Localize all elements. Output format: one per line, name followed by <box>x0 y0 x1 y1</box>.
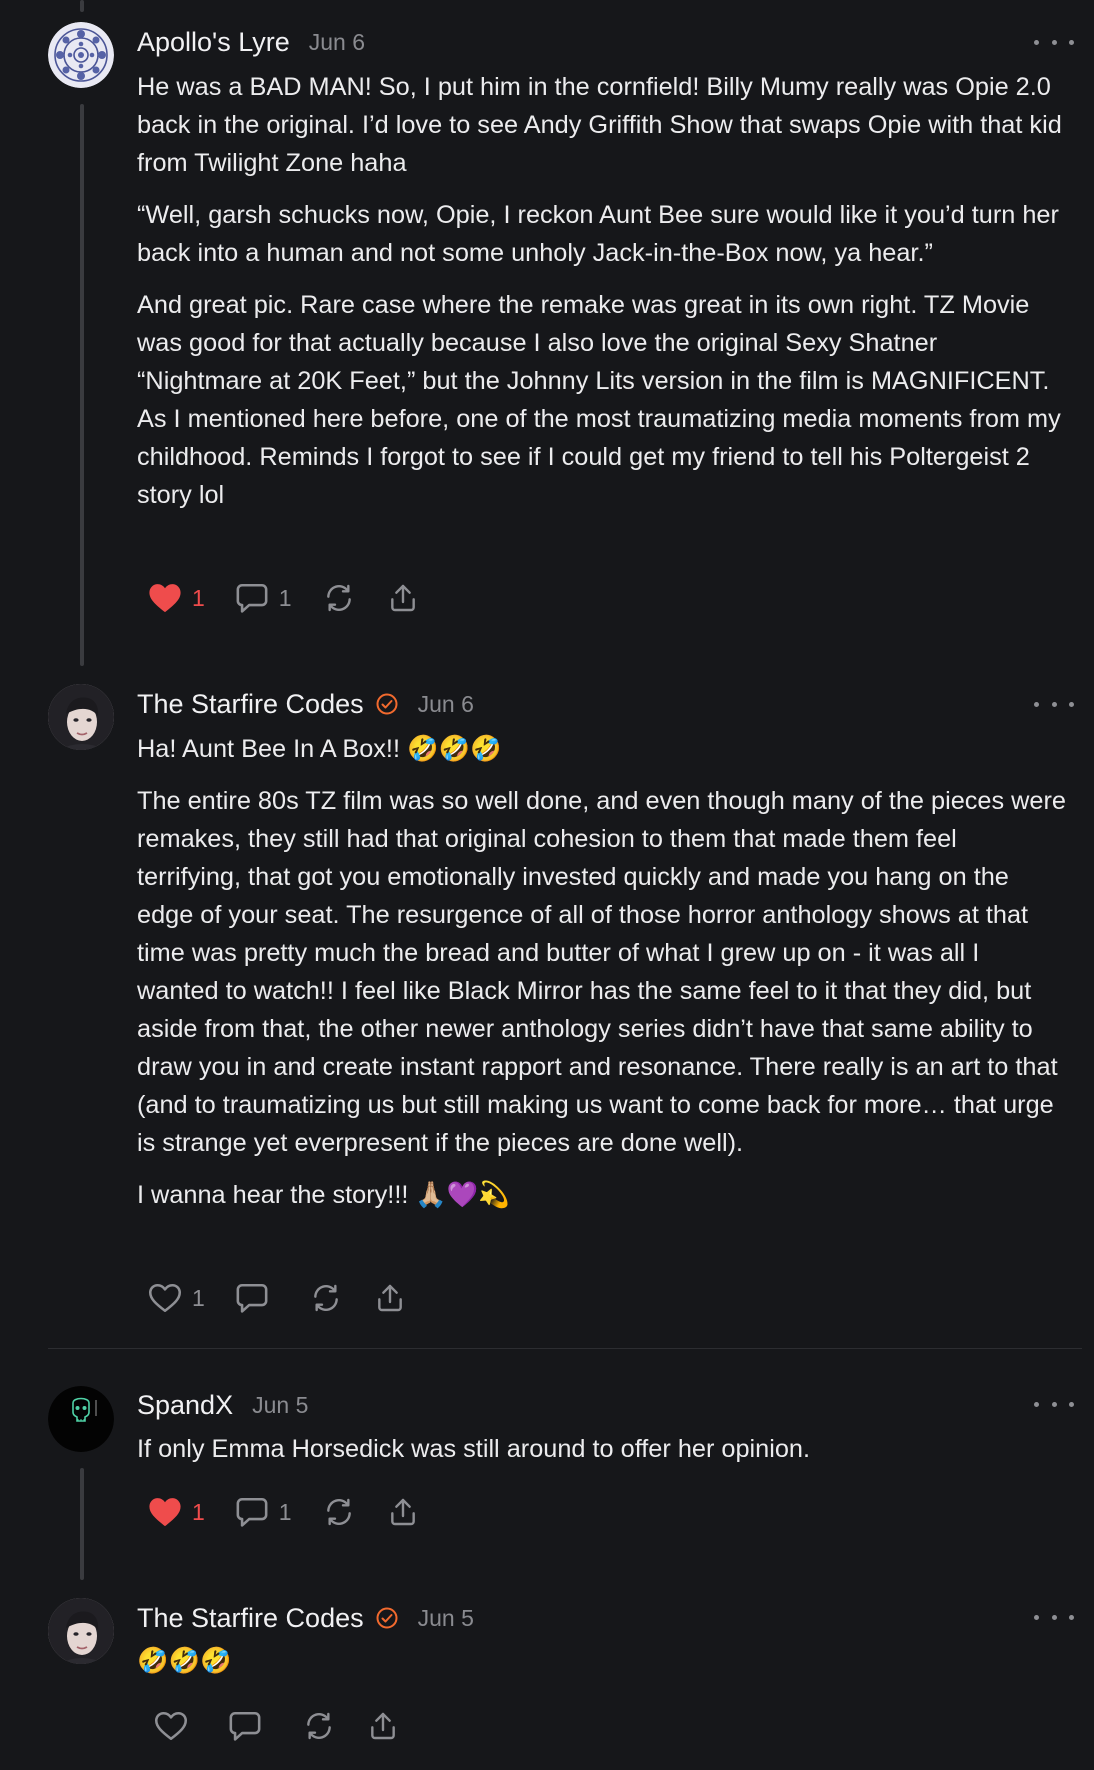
restack-icon <box>313 1284 338 1312</box>
reply-button[interactable]: 1 <box>235 578 292 618</box>
heart-outline-icon <box>154 1711 188 1741</box>
thread-line <box>80 1468 84 1580</box>
more-options-icon[interactable] <box>1034 1605 1074 1629</box>
comment-body: He was a BAD MAN! So, I put him in the c… <box>137 68 1067 528</box>
author-name[interactable]: The Starfire Codes <box>137 689 364 720</box>
share-button[interactable] <box>386 578 420 618</box>
thread-line <box>80 104 84 666</box>
comment-actions: 1 <box>148 1278 437 1318</box>
comment-bubble-icon <box>229 1711 261 1741</box>
comment-header: Apollo's Lyre Jun 6 <box>137 24 365 60</box>
comment-date[interactable]: Jun 6 <box>309 29 365 56</box>
comment-bubble-icon <box>236 583 268 613</box>
comment-actions: 1 1 <box>148 578 450 618</box>
like-button[interactable]: 1 <box>148 1492 205 1532</box>
more-options-icon[interactable] <box>1034 692 1074 716</box>
share-button[interactable] <box>366 1706 400 1746</box>
comment-bubble-icon <box>236 1497 268 1527</box>
like-count: 1 <box>192 1498 205 1525</box>
comment-paragraph: 🤣🤣🤣 <box>137 1646 232 1675</box>
like-button[interactable] <box>154 1706 198 1746</box>
divider <box>48 1348 1082 1349</box>
comment-body: 🤣🤣🤣 <box>137 1642 1067 1694</box>
restack-button[interactable] <box>302 1706 336 1746</box>
avatar-mandala-image <box>48 22 114 88</box>
restack-button[interactable] <box>322 578 356 618</box>
avatar-portrait-image <box>48 684 114 750</box>
comment-paragraph: Ha! Aunt Bee In A Box!! 🤣🤣🤣 <box>137 735 502 763</box>
comment-header: The Starfire Codes Jun 6 <box>137 686 474 722</box>
avatar-portrait-image <box>48 1598 114 1664</box>
like-button[interactable]: 1 <box>148 1278 205 1318</box>
avatar[interactable] <box>48 22 114 88</box>
share-icon <box>377 1284 402 1312</box>
avatar[interactable] <box>48 1386 114 1452</box>
comment-date[interactable]: Jun 5 <box>418 1605 474 1632</box>
heart-filled-icon <box>149 1498 181 1527</box>
share-button[interactable] <box>386 1492 420 1532</box>
comment-actions <box>148 1706 430 1746</box>
heart-outline-icon <box>148 1283 182 1313</box>
comment-paragraph: I wanna hear the story!!! 🙏🏼💜💫 <box>137 1181 510 1209</box>
comment-paragraph: And great pic. Rare case where the remak… <box>137 291 1061 509</box>
avatar[interactable] <box>48 684 114 750</box>
author-name[interactable]: SpandX <box>137 1390 233 1421</box>
comment-date[interactable]: Jun 5 <box>252 1392 308 1419</box>
restack-icon <box>307 1712 331 1740</box>
reply-count: 1 <box>278 584 292 611</box>
reply-button[interactable]: 1 <box>235 1492 292 1532</box>
avatar-skull-image <box>48 1386 114 1452</box>
reply-button[interactable] <box>235 1278 279 1318</box>
comment-paragraph: The entire 80s TZ film was so well done,… <box>137 787 1066 1157</box>
avatar[interactable] <box>48 1598 114 1664</box>
like-count: 1 <box>192 1284 205 1311</box>
author-name[interactable]: Apollo's Lyre <box>137 27 290 58</box>
like-button[interactable]: 1 <box>148 578 205 618</box>
comment-body: Ha! Aunt Bee In A Box!! 🤣🤣🤣 The entire 8… <box>137 730 1067 1228</box>
thread-line <box>80 0 84 12</box>
verified-badge-icon <box>376 693 398 715</box>
share-button[interactable] <box>373 1278 407 1318</box>
reply-count: 1 <box>278 1498 292 1525</box>
comment-header: SpandX Jun 5 <box>137 1387 308 1423</box>
more-options-icon[interactable] <box>1034 30 1074 54</box>
comment-body: If only Emma Horsedick was still around … <box>137 1430 1067 1482</box>
comment-bubble-icon <box>236 1283 268 1313</box>
share-icon <box>371 1712 395 1740</box>
like-count: 1 <box>192 584 205 611</box>
restack-icon <box>326 1498 351 1526</box>
share-icon <box>390 584 415 612</box>
reply-button[interactable] <box>228 1706 272 1746</box>
comment-paragraph: If only Emma Horsedick was still around … <box>137 1435 811 1463</box>
restack-button[interactable] <box>322 1492 356 1532</box>
author-name[interactable]: The Starfire Codes <box>137 1603 364 1634</box>
comment-date[interactable]: Jun 6 <box>418 691 474 718</box>
share-icon <box>390 1498 415 1526</box>
restack-icon <box>326 584 351 612</box>
restack-button[interactable] <box>309 1278 343 1318</box>
comment-actions: 1 1 <box>148 1492 450 1532</box>
heart-filled-icon <box>149 584 181 613</box>
comment-header: The Starfire Codes Jun 5 <box>137 1600 474 1636</box>
comment-paragraph: “Well, garsh schucks now, Opie, I reckon… <box>137 201 1059 267</box>
more-options-icon[interactable] <box>1034 1392 1074 1416</box>
comment-paragraph: He was a BAD MAN! So, I put him in the c… <box>137 73 1062 177</box>
verified-badge-icon <box>376 1607 398 1629</box>
